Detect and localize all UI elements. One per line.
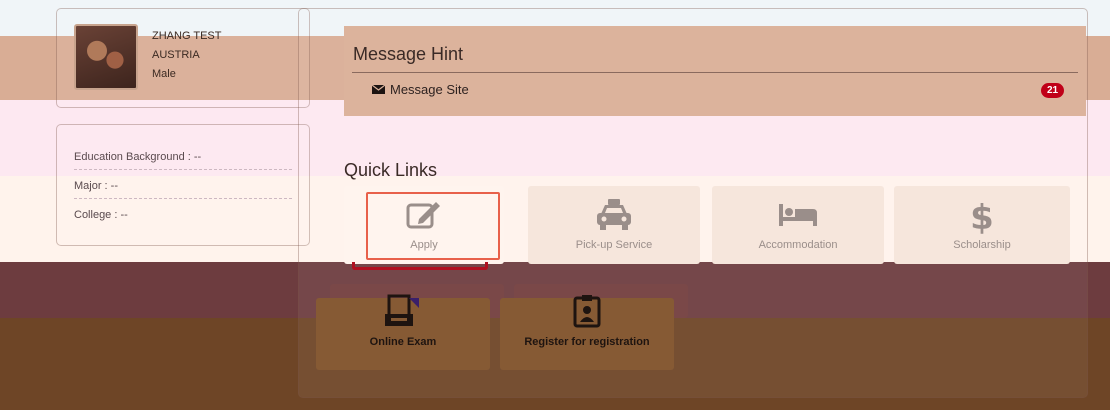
- dollar-icon: $: [970, 198, 994, 236]
- major-label: Major : --: [74, 180, 292, 199]
- quick-links-title: Quick Links: [344, 160, 438, 180]
- quick-link-online-exam[interactable]: Online Exam: [316, 294, 490, 370]
- message-site-link[interactable]: Message Site: [390, 82, 469, 97]
- education-background-label: Education Background : --: [74, 151, 292, 170]
- quick-link-pickup-label: Pick-up Service: [575, 239, 653, 251]
- svg-text:$: $: [970, 198, 994, 236]
- register-icon: [573, 295, 601, 328]
- message-count-badge: 21: [1041, 83, 1065, 98]
- envelope-icon: [372, 85, 385, 94]
- quick-link-accommodation[interactable]: Accommodation: [712, 186, 884, 264]
- apply-focus-outline: [352, 262, 488, 270]
- bed-icon: [779, 204, 817, 226]
- quick-link-register-label: Register for registration: [524, 336, 650, 348]
- avatar: [74, 24, 138, 90]
- quick-link-online-exam-label: Online Exam: [369, 336, 437, 348]
- profile-name: ZHANG TEST: [152, 30, 222, 42]
- taxi-icon: [597, 199, 631, 230]
- quick-link-scholarship[interactable]: $ Scholarship: [894, 186, 1070, 264]
- quick-link-accommodation-label: Accommodation: [758, 239, 838, 251]
- quick-link-register[interactable]: Register for registration: [500, 295, 674, 370]
- quick-link-pickup[interactable]: Pick-up Service: [528, 186, 700, 264]
- profile-gender: Male: [152, 68, 176, 80]
- message-hint-box: [344, 26, 1086, 116]
- apply-focus-outline: [366, 192, 500, 260]
- profile-country: AUSTRIA: [152, 49, 200, 61]
- message-hint-title: Message Hint: [353, 44, 464, 64]
- quick-link-scholarship-label: Scholarship: [953, 239, 1011, 251]
- title-divider: [352, 72, 1078, 73]
- college-label: College : --: [74, 209, 128, 221]
- exam-icon: [385, 294, 419, 326]
